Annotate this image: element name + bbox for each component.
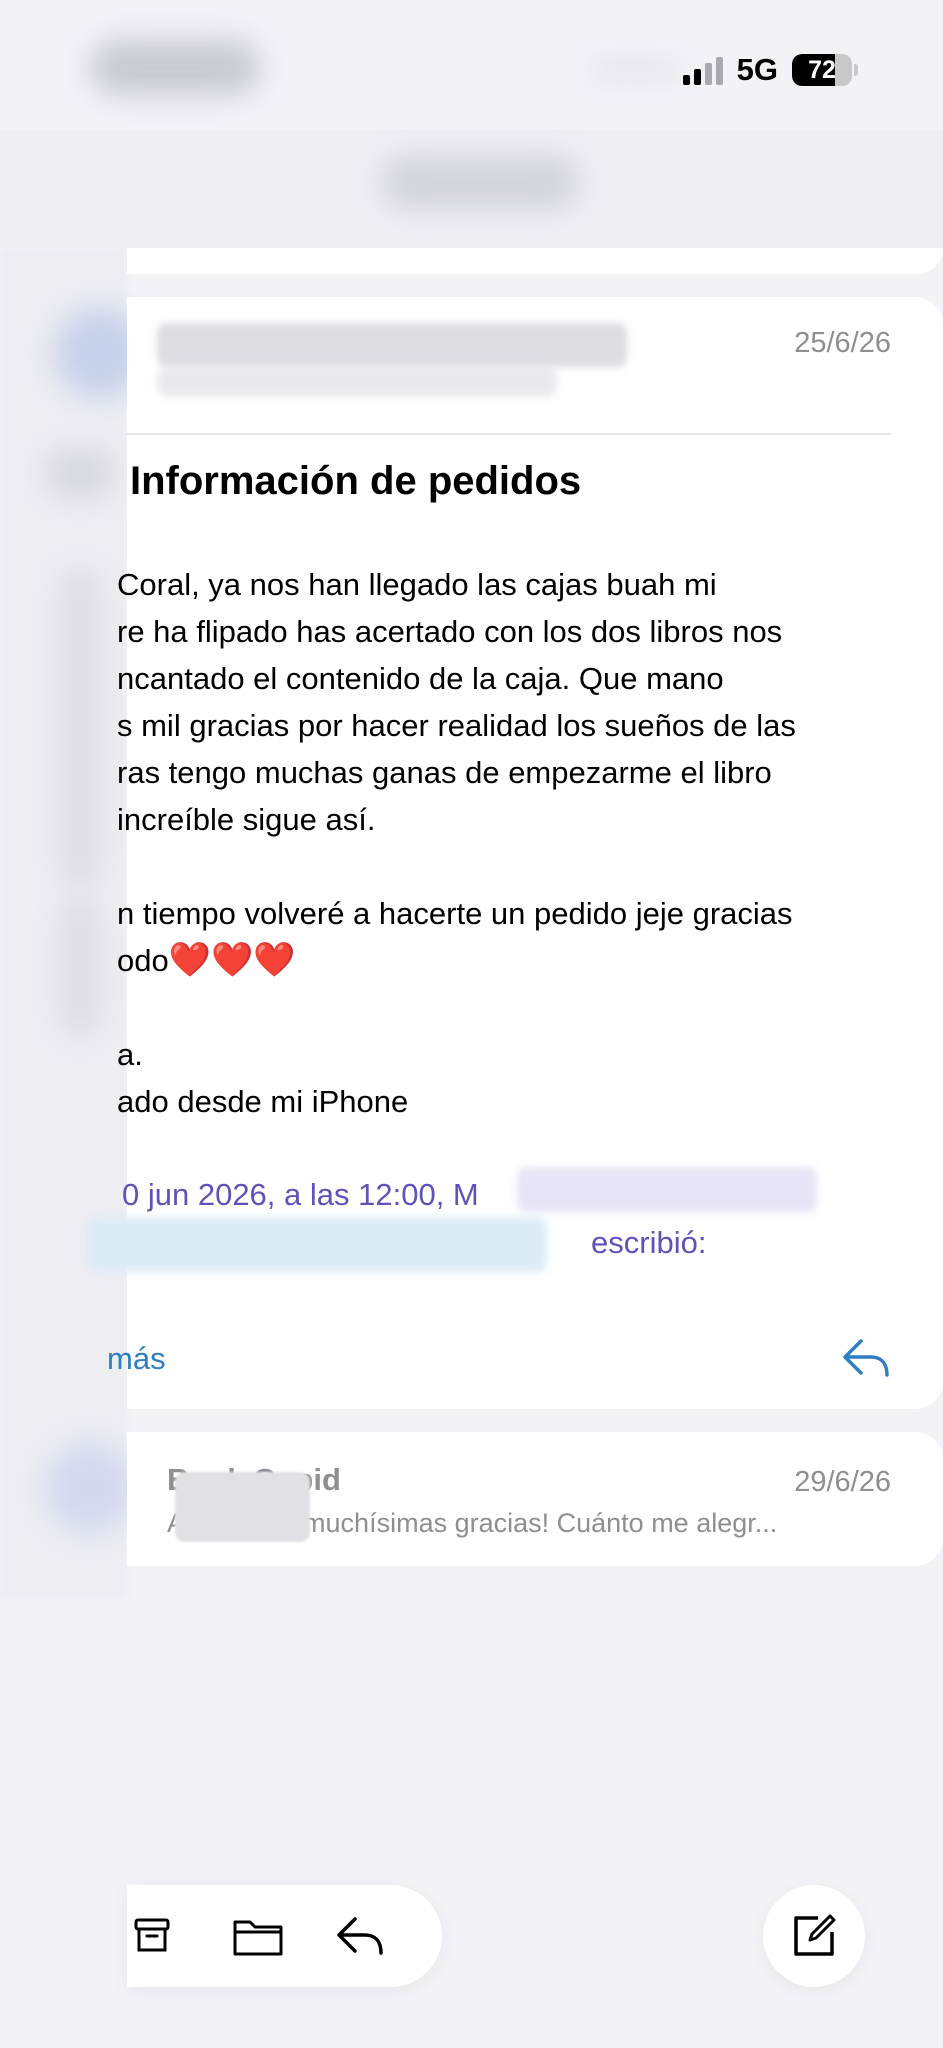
battery-icon: 72	[792, 54, 858, 86]
body-line: a.	[117, 1037, 143, 1072]
body-line: s mil gracias por hacer realidad los sue…	[117, 708, 796, 743]
archive-button[interactable]	[123, 1903, 189, 1969]
quote-wrote: escribió:	[591, 1225, 707, 1260]
reply-icon	[337, 1917, 383, 1955]
move-to-folder-button[interactable]	[225, 1903, 291, 1969]
quote-header: 0 jun 2026, a las 12:00, M	[122, 1177, 479, 1212]
status-indicators: 5G 72	[682, 50, 858, 90]
reply-button[interactable]	[327, 1903, 393, 1969]
message-date: 25/6/26	[794, 327, 891, 359]
message-subject: Información de pedidos	[130, 459, 582, 503]
body-line: ras tengo muchas ganas de empezarme el l…	[117, 755, 772, 790]
redacted-preview-name	[175, 1472, 310, 1542]
reply-icon[interactable]	[841, 1335, 891, 1381]
redacted-quote-email	[87, 1217, 547, 1272]
message-body: Coral, ya nos han llegado las cajas buah…	[117, 561, 907, 1125]
message-card[interactable]: 25/6/26 Información de pedidos Coral, ya…	[87, 297, 943, 1409]
navigation-header	[0, 130, 943, 248]
archive-icon	[134, 1918, 170, 1952]
blurred-time	[90, 40, 260, 95]
status-bar: 5G 72	[0, 0, 943, 130]
mail-thread-screen: 5G 72 25/6/26 Información de pedidos Cor…	[0, 0, 943, 2048]
blurred-avatar-2	[45, 1443, 135, 1533]
cellular-signal-icon	[682, 55, 723, 85]
reply-date: 29/6/26	[794, 1466, 891, 1498]
folder-icon	[233, 1920, 283, 1956]
body-line: Coral, ya nos han llegado las cajas buah…	[117, 567, 717, 602]
bottom-toolbar	[127, 1885, 442, 1987]
body-line: n tiempo volveré a hacerte un pedido jej…	[117, 896, 793, 931]
body-line: ncantado el contenido de la caja. Que ma…	[117, 661, 724, 696]
show-more-link[interactable]: más	[107, 1341, 166, 1377]
battery-percentage: 72	[808, 55, 836, 84]
header-divider	[127, 433, 891, 435]
body-line: ado desde mi iPhone	[117, 1084, 409, 1119]
redacted-quote-name	[517, 1167, 817, 1212]
compose-button[interactable]	[763, 1885, 865, 1987]
body-line: increíble sigue así.	[117, 802, 376, 837]
sidebar-edge	[0, 248, 145, 1598]
heart-emoji: ❤️❤️❤️	[168, 941, 296, 979]
compose-icon	[794, 1914, 836, 1956]
previous-message-card[interactable]	[127, 248, 943, 274]
body-line: re ha flipado has acertado con los dos l…	[117, 614, 783, 649]
network-type: 5G	[736, 52, 778, 87]
redacted-sender	[157, 323, 627, 367]
blurred-nav-title	[380, 155, 580, 210]
blurred-notch-area	[590, 60, 680, 80]
reply-message-card[interactable]: Book Cupid 29/6/26 Ayy mana ¡muchísimas …	[127, 1432, 943, 1566]
body-line: odo❤️❤️❤️	[117, 941, 296, 979]
redacted-recipient	[157, 367, 557, 397]
